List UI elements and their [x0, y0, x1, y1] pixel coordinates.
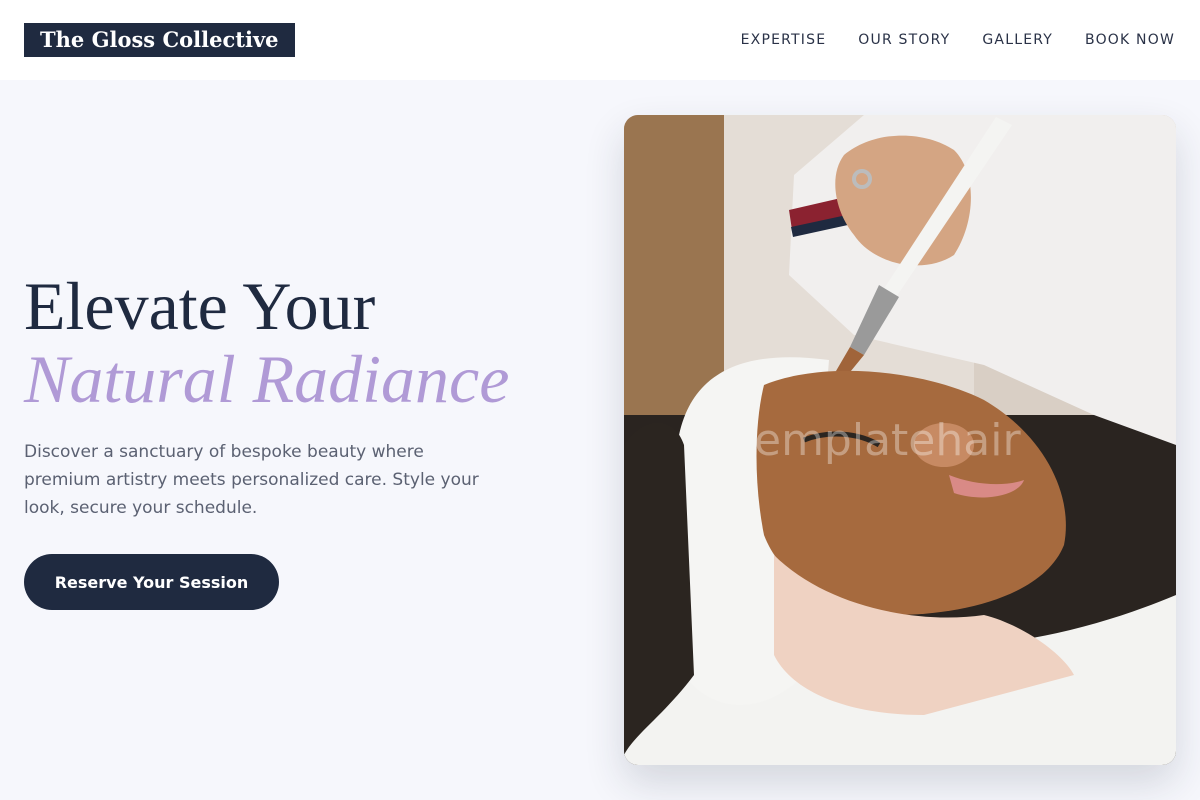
nav-link-our-story[interactable]: OUR STORY: [858, 32, 950, 48]
hero-heading: Elevate Your Natural Radiance: [24, 268, 594, 414]
photo-watermark: emplatehair: [754, 415, 1021, 466]
brand-logo[interactable]: The Gloss Collective: [24, 23, 295, 57]
site-header: The Gloss Collective EXPERTISE OUR STORY…: [0, 0, 1200, 80]
nav-link-book-now[interactable]: BOOK NOW: [1085, 32, 1175, 48]
hero-heading-line2: Natural Radiance: [24, 341, 510, 417]
nav-link-gallery[interactable]: GALLERY: [982, 32, 1053, 48]
hero-heading-line1: Elevate Your: [24, 268, 376, 344]
nav-link-expertise[interactable]: EXPERTISE: [741, 32, 827, 48]
hero-photo: emplatehair: [624, 115, 1176, 765]
reserve-session-button[interactable]: Reserve Your Session: [24, 554, 279, 610]
hero-description: Discover a sanctuary of bespoke beauty w…: [24, 442, 479, 518]
main-nav: EXPERTISE OUR STORY GALLERY BOOK NOW: [741, 0, 1175, 80]
